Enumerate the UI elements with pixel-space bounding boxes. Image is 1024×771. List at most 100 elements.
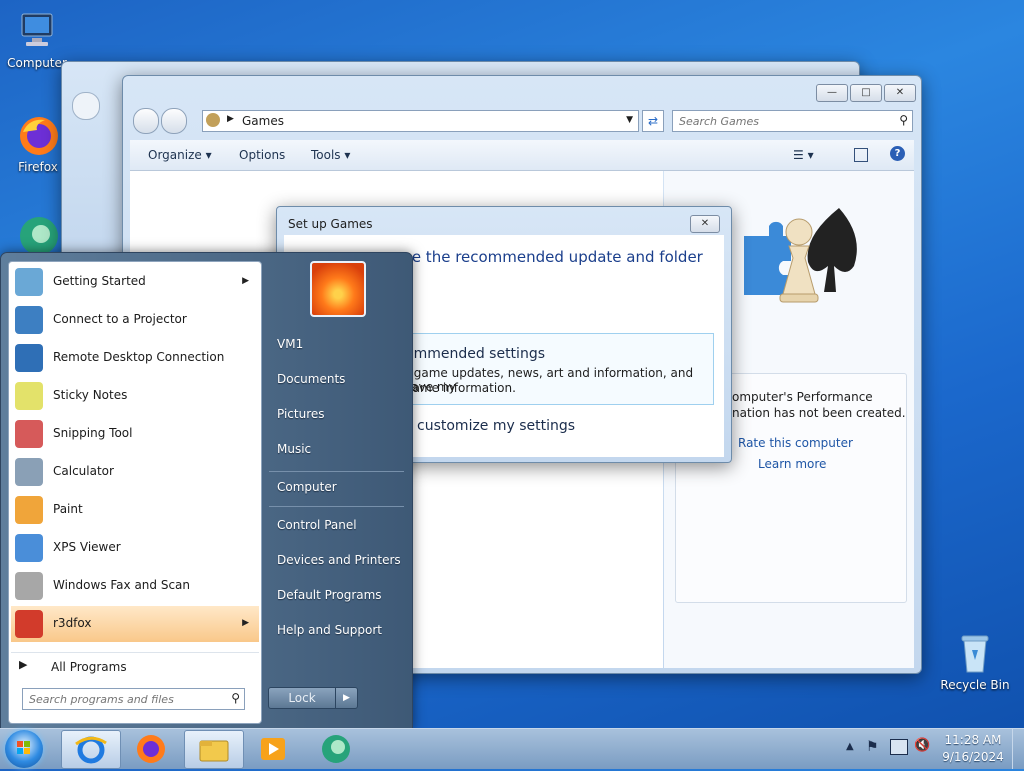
lock-label: Lock — [288, 691, 316, 705]
network-icon[interactable] — [890, 739, 908, 755]
program-label: Calculator — [53, 464, 114, 478]
projector-icon — [15, 306, 43, 334]
start-link-default-programs[interactable]: Default Programs — [277, 588, 382, 602]
start-link-control-panel[interactable]: Control Panel — [277, 518, 357, 532]
action-center-flag-icon[interactable]: ⚑ — [866, 739, 879, 755]
program-label: Remote Desktop Connection — [53, 350, 225, 364]
taskbar-firefox[interactable] — [122, 730, 180, 767]
edge-icon — [322, 735, 350, 763]
start-link-music[interactable]: Music — [277, 442, 311, 456]
start-link-devices-and-printers[interactable]: Devices and Printers — [277, 553, 401, 567]
program-item-paint[interactable]: Paint — [11, 492, 259, 528]
program-item-r3dfox[interactable]: r3dfox ▶ — [11, 606, 259, 642]
taskbar-internet-explorer[interactable] — [61, 730, 121, 769]
program-label: Windows Fax and Scan — [53, 578, 191, 592]
sticky-notes-icon — [15, 382, 43, 410]
start-link-help-and-support[interactable]: Help and Support — [277, 623, 382, 637]
program-item-calculator[interactable]: Calculator — [11, 454, 259, 490]
firefox-icon — [137, 735, 165, 763]
address-dropdown-icon[interactable]: ▼ — [626, 115, 633, 125]
volume-muted-icon[interactable]: 🔇 — [914, 738, 930, 753]
maximize-button[interactable]: □ — [850, 84, 882, 102]
address-bar[interactable]: ▶ Games ▼ — [202, 110, 639, 132]
taskbar-file-explorer[interactable] — [184, 730, 244, 769]
start-search-box[interactable]: ⚲ — [22, 688, 245, 710]
start-link-pictures[interactable]: Pictures — [277, 407, 325, 421]
taskbar-edge[interactable] — [307, 730, 365, 767]
program-label: Sticky Notes — [53, 388, 128, 402]
paint-icon — [15, 496, 43, 524]
r3dfox-icon — [15, 610, 43, 638]
program-item-getting-started[interactable]: Getting Started ▶ — [11, 264, 259, 300]
program-item-connect-to-a-projector[interactable]: Connect to a Projector — [11, 302, 259, 338]
fax-scan-icon — [15, 572, 43, 600]
refresh-button[interactable]: ⇄ — [642, 110, 664, 132]
start-search-input[interactable] — [27, 690, 221, 708]
rate-computer-link[interactable]: Rate this computer — [738, 436, 853, 450]
program-label: Connect to a Projector — [53, 312, 187, 326]
taskbar: ▲ ⚑ 🔇 11:28 AM 9/16/2024 — [0, 728, 1024, 769]
desktop-icon-computer[interactable]: Computer — [2, 8, 72, 70]
calculator-icon — [15, 458, 43, 486]
search-icon[interactable]: ⚲ — [899, 113, 908, 127]
program-label: r3dfox — [53, 616, 92, 630]
dialog-heading: se the recommended update and folder — [404, 248, 703, 266]
submenu-arrow-icon: ▶ — [242, 276, 249, 286]
close-button[interactable]: ✕ — [884, 84, 916, 102]
help-icon[interactable]: ? — [890, 146, 905, 161]
start-orb[interactable] — [5, 730, 43, 768]
program-label: XPS Viewer — [53, 540, 121, 554]
breadcrumb[interactable]: Games — [242, 114, 284, 128]
all-programs-label: All Programs — [51, 660, 127, 674]
taskbar-media-player[interactable] — [244, 730, 302, 767]
start-link-documents[interactable]: Documents — [277, 372, 345, 386]
start-menu[interactable]: Getting Started ▶ Connect to a Projector Re… — [0, 252, 413, 730]
remote-desktop-icon — [15, 344, 43, 372]
program-item-sticky-notes[interactable]: Sticky Notes — [11, 378, 259, 414]
program-label: Getting Started — [53, 274, 146, 288]
options-button[interactable]: Options — [239, 148, 285, 162]
view-options-icon[interactable]: ☰ ▾ — [793, 148, 814, 162]
start-link-computer[interactable]: Computer — [277, 480, 337, 494]
preview-pane-icon[interactable] — [854, 148, 868, 162]
search-icon[interactable]: ⚲ — [231, 691, 240, 705]
breadcrumb-chevron-icon: ▶ — [227, 114, 234, 124]
show-desktop-button[interactable] — [1012, 729, 1024, 769]
program-item-remote-desktop-connection[interactable]: Remote Desktop Connection — [11, 340, 259, 376]
internet-explorer-icon — [75, 736, 107, 764]
back-button[interactable] — [72, 92, 100, 120]
chess-pawn-icon — [724, 196, 874, 319]
shutdown-options-button[interactable]: ▶ — [335, 687, 358, 709]
windows-logo-icon — [17, 741, 30, 754]
snipping-tool-icon — [15, 420, 43, 448]
getting-started-icon — [15, 268, 43, 296]
tools-menu[interactable]: Tools ▾ — [311, 148, 350, 162]
computer-icon — [14, 8, 60, 54]
search-games-field[interactable]: ⚲ — [672, 110, 913, 132]
desktop-icon-recycle-bin[interactable]: Recycle Bin — [940, 630, 1010, 692]
lock-button[interactable]: Lock — [268, 687, 336, 709]
user-avatar[interactable] — [310, 261, 366, 317]
program-item-xps-viewer[interactable]: XPS Viewer — [11, 530, 259, 566]
organize-menu[interactable]: Organize ▾ — [148, 148, 212, 162]
nav-forward-button[interactable] — [161, 108, 187, 134]
show-hidden-icons[interactable]: ▲ — [846, 741, 854, 752]
all-programs-arrow-icon: ▶ — [19, 658, 28, 671]
program-item-windows-fax-and-scan[interactable]: Windows Fax and Scan — [11, 568, 259, 604]
clock-time: 11:28 AM — [944, 733, 1002, 747]
nav-back-button[interactable] — [133, 108, 159, 134]
search-input[interactable] — [677, 112, 891, 130]
desktop-icon-label: Firefox — [18, 160, 58, 174]
learn-more-link[interactable]: Learn more — [758, 457, 826, 471]
clock[interactable]: 11:28 AM 9/16/2024 — [938, 733, 1008, 764]
customize-settings-option[interactable]: o customize my settings — [404, 418, 575, 434]
start-link-vm1[interactable]: VM1 — [277, 337, 303, 351]
command-bar: Organize ▾ Options Tools ▾ ☰ ▾ ? — [130, 140, 914, 171]
media-player-icon — [261, 738, 285, 760]
submenu-arrow-icon: ▶ — [242, 618, 249, 628]
xps-viewer-icon — [15, 534, 43, 562]
all-programs-button[interactable]: ▶ All Programs — [11, 654, 259, 680]
program-item-snipping-tool[interactable]: Snipping Tool — [11, 416, 259, 452]
minimize-button[interactable]: — — [816, 84, 848, 102]
dialog-close-button[interactable]: ✕ — [690, 215, 720, 233]
